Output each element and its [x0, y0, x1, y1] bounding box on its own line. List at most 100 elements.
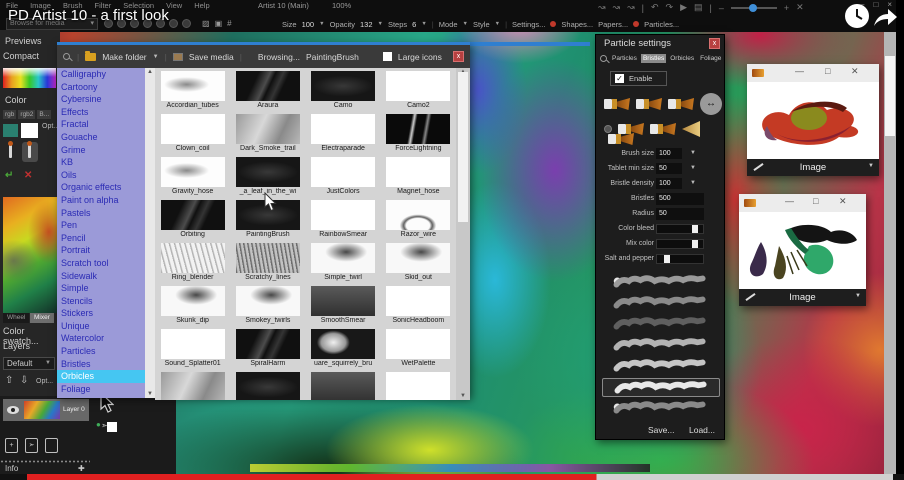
particle-tab-orbicles[interactable]: Orbicles — [668, 54, 696, 63]
brush-item-gravity-hose[interactable]: Gravity_hose — [155, 156, 230, 199]
brush-preset[interactable] — [650, 119, 676, 139]
chevron-down-icon[interactable]: ▼ — [690, 180, 696, 186]
category-gouache[interactable]: Gouache — [57, 131, 145, 144]
brush-item-camo2[interactable]: Camo2 — [381, 70, 456, 113]
brush-preset[interactable] — [618, 119, 644, 139]
brush-item-orbiting[interactable]: Orbiting — [155, 199, 230, 242]
curl-icon[interactable]: ↝ — [613, 2, 621, 13]
brush-thumbnail[interactable] — [386, 71, 450, 101]
brush-thumbnail[interactable] — [386, 286, 450, 316]
video-title[interactable]: PD Artist 10 - a first look — [8, 7, 169, 24]
brush-thumbnail[interactable] — [236, 157, 300, 187]
scroll-down-icon[interactable]: ▼ — [147, 391, 153, 397]
brush-item-magnet-hose[interactable]: Magnet_hose — [381, 156, 456, 199]
category-pencil[interactable]: Pencil — [57, 232, 145, 245]
maximize-button[interactable]: □ — [825, 66, 830, 76]
category-sidewalk[interactable]: Sidewalk — [57, 270, 145, 283]
shapes-button[interactable]: Shapes... — [561, 20, 593, 29]
brush-item-scratchy-lines[interactable]: Scratchy_lines — [230, 242, 305, 285]
brush-item-dark-smoke-trail[interactable]: Dark_Smoke_trail — [230, 113, 305, 156]
brush-item-partial[interactable] — [306, 371, 381, 400]
brush-thumbnail[interactable] — [386, 114, 450, 144]
tab-rgb[interactable]: rgb — [3, 110, 16, 119]
brush-item-forcelightning[interactable]: ForceLightning — [381, 113, 456, 156]
close-button[interactable]: ✕ — [851, 66, 859, 77]
brush-thumbnail[interactable] — [311, 157, 375, 187]
color-panel-label[interactable]: Color — [5, 95, 27, 105]
brush-thumbnail[interactable] — [386, 200, 450, 230]
chevron-down-icon[interactable]: ▼ — [690, 150, 696, 156]
draw-mode-icons[interactable]: ▨▣# — [202, 19, 232, 28]
info-panel-label[interactable]: Info — [5, 464, 85, 473]
setting-value[interactable]: 500 — [656, 193, 704, 205]
pen-icon[interactable]: ▨ — [202, 19, 210, 28]
tab-wheel[interactable]: Wheel — [3, 313, 29, 323]
particle-tab-foliage[interactable]: Foliage — [698, 54, 723, 63]
category-organic-effects[interactable]: Organic effects — [57, 181, 145, 194]
zoom-slider[interactable] — [731, 7, 777, 9]
watch-later-icon[interactable] — [844, 3, 870, 34]
brush-thumbnail[interactable] — [161, 200, 225, 230]
delete-icon[interactable]: ✕ — [24, 170, 32, 181]
brush-thumbnail[interactable] — [311, 71, 375, 101]
layers-panel-label[interactable]: Layers — [3, 341, 30, 351]
brush-item-ring-blender[interactable]: Ring_blender — [155, 242, 230, 285]
category-grime[interactable]: Grime — [57, 144, 145, 157]
brush-item-accordian-tubes[interactable]: Accordian_tubes — [155, 70, 230, 113]
category-pen[interactable]: Pen — [57, 219, 145, 232]
stroke-preset-2[interactable] — [602, 294, 720, 313]
secondary-color-swatch[interactable] — [3, 124, 18, 137]
brush-preset[interactable] — [604, 94, 630, 114]
style-dropdown[interactable]: Style — [473, 20, 490, 29]
redo-icon[interactable]: ↷ — [666, 2, 674, 13]
setting-value[interactable]: 100 — [656, 148, 682, 159]
brush-thumbnail[interactable] — [161, 114, 225, 144]
load-button[interactable]: Load... — [689, 425, 715, 435]
video-progress-bar[interactable] — [0, 474, 904, 480]
steps-value[interactable]: 6 — [412, 20, 416, 29]
stroke-preset-7[interactable] — [602, 399, 720, 418]
pointer-icon[interactable]: ▶ — [680, 2, 687, 13]
primary-color-swatch[interactable] — [21, 123, 38, 138]
brush-preset[interactable] — [636, 94, 662, 114]
brush-item-simple-twirl[interactable]: Simple_twirl — [306, 242, 381, 285]
brush-thumbnail[interactable] — [161, 329, 225, 359]
share-icon[interactable] — [872, 7, 898, 32]
chevron-down-icon[interactable]: ▼ — [855, 293, 861, 299]
close-browser-button[interactable]: x — [453, 51, 464, 62]
brush-thumbnail[interactable] — [386, 372, 450, 400]
layers-icon[interactable]: ▤ — [694, 2, 703, 13]
brush-item-clown-coil[interactable]: Clown_coil — [155, 113, 230, 156]
brush-thumbnail[interactable] — [236, 114, 300, 144]
setting-value[interactable]: 50 — [656, 163, 682, 174]
layer-options-label[interactable]: Opt... — [36, 378, 53, 385]
setting-slider[interactable] — [656, 239, 704, 249]
brush-item-sound-splatter01[interactable]: Sound_Splatter01 — [155, 328, 230, 371]
chevron-down-icon[interactable]: ▼ — [421, 21, 426, 27]
large-icons-checkbox[interactable] — [383, 52, 392, 61]
layer-up-icon[interactable]: ⇧ — [5, 375, 13, 386]
return-arrow-icon[interactable]: ↵ — [5, 170, 13, 181]
category-watercolor[interactable]: Watercolor — [57, 332, 145, 345]
brush-item-spiralharm[interactable]: SpiralHarm — [230, 328, 305, 371]
pen-tool-icon[interactable] — [9, 145, 12, 158]
category-calligraphy[interactable]: Calligraphy — [57, 68, 145, 81]
brush-item-justcolors[interactable]: JustColors — [306, 156, 381, 199]
brush-thumbnail[interactable] — [161, 286, 225, 316]
settings-button[interactable]: Settings... — [512, 20, 545, 29]
color-gradient-bar[interactable] — [3, 68, 56, 88]
brush-item-smoothsmear[interactable]: SmoothSmear — [306, 285, 381, 328]
brush-thumbnail[interactable] — [236, 71, 300, 101]
color-mixer-pad[interactable] — [3, 197, 57, 313]
category-oils[interactable]: Oils — [57, 169, 145, 182]
tab-b[interactable]: B... — [37, 110, 51, 119]
chevron-down-icon[interactable]: ▼ — [868, 163, 874, 169]
fill-icon[interactable]: ▣ — [215, 19, 223, 28]
zoom-slider-handle[interactable] — [749, 4, 757, 12]
category-kb[interactable]: KB — [57, 156, 145, 169]
fan-brush-preset[interactable] — [682, 121, 700, 137]
particle-tab-particles[interactable]: Particles — [610, 54, 639, 63]
image-canvas[interactable] — [747, 82, 879, 159]
make-folder-button[interactable]: Make folder — [102, 52, 146, 62]
scroll-down-icon[interactable]: ▼ — [460, 393, 466, 399]
